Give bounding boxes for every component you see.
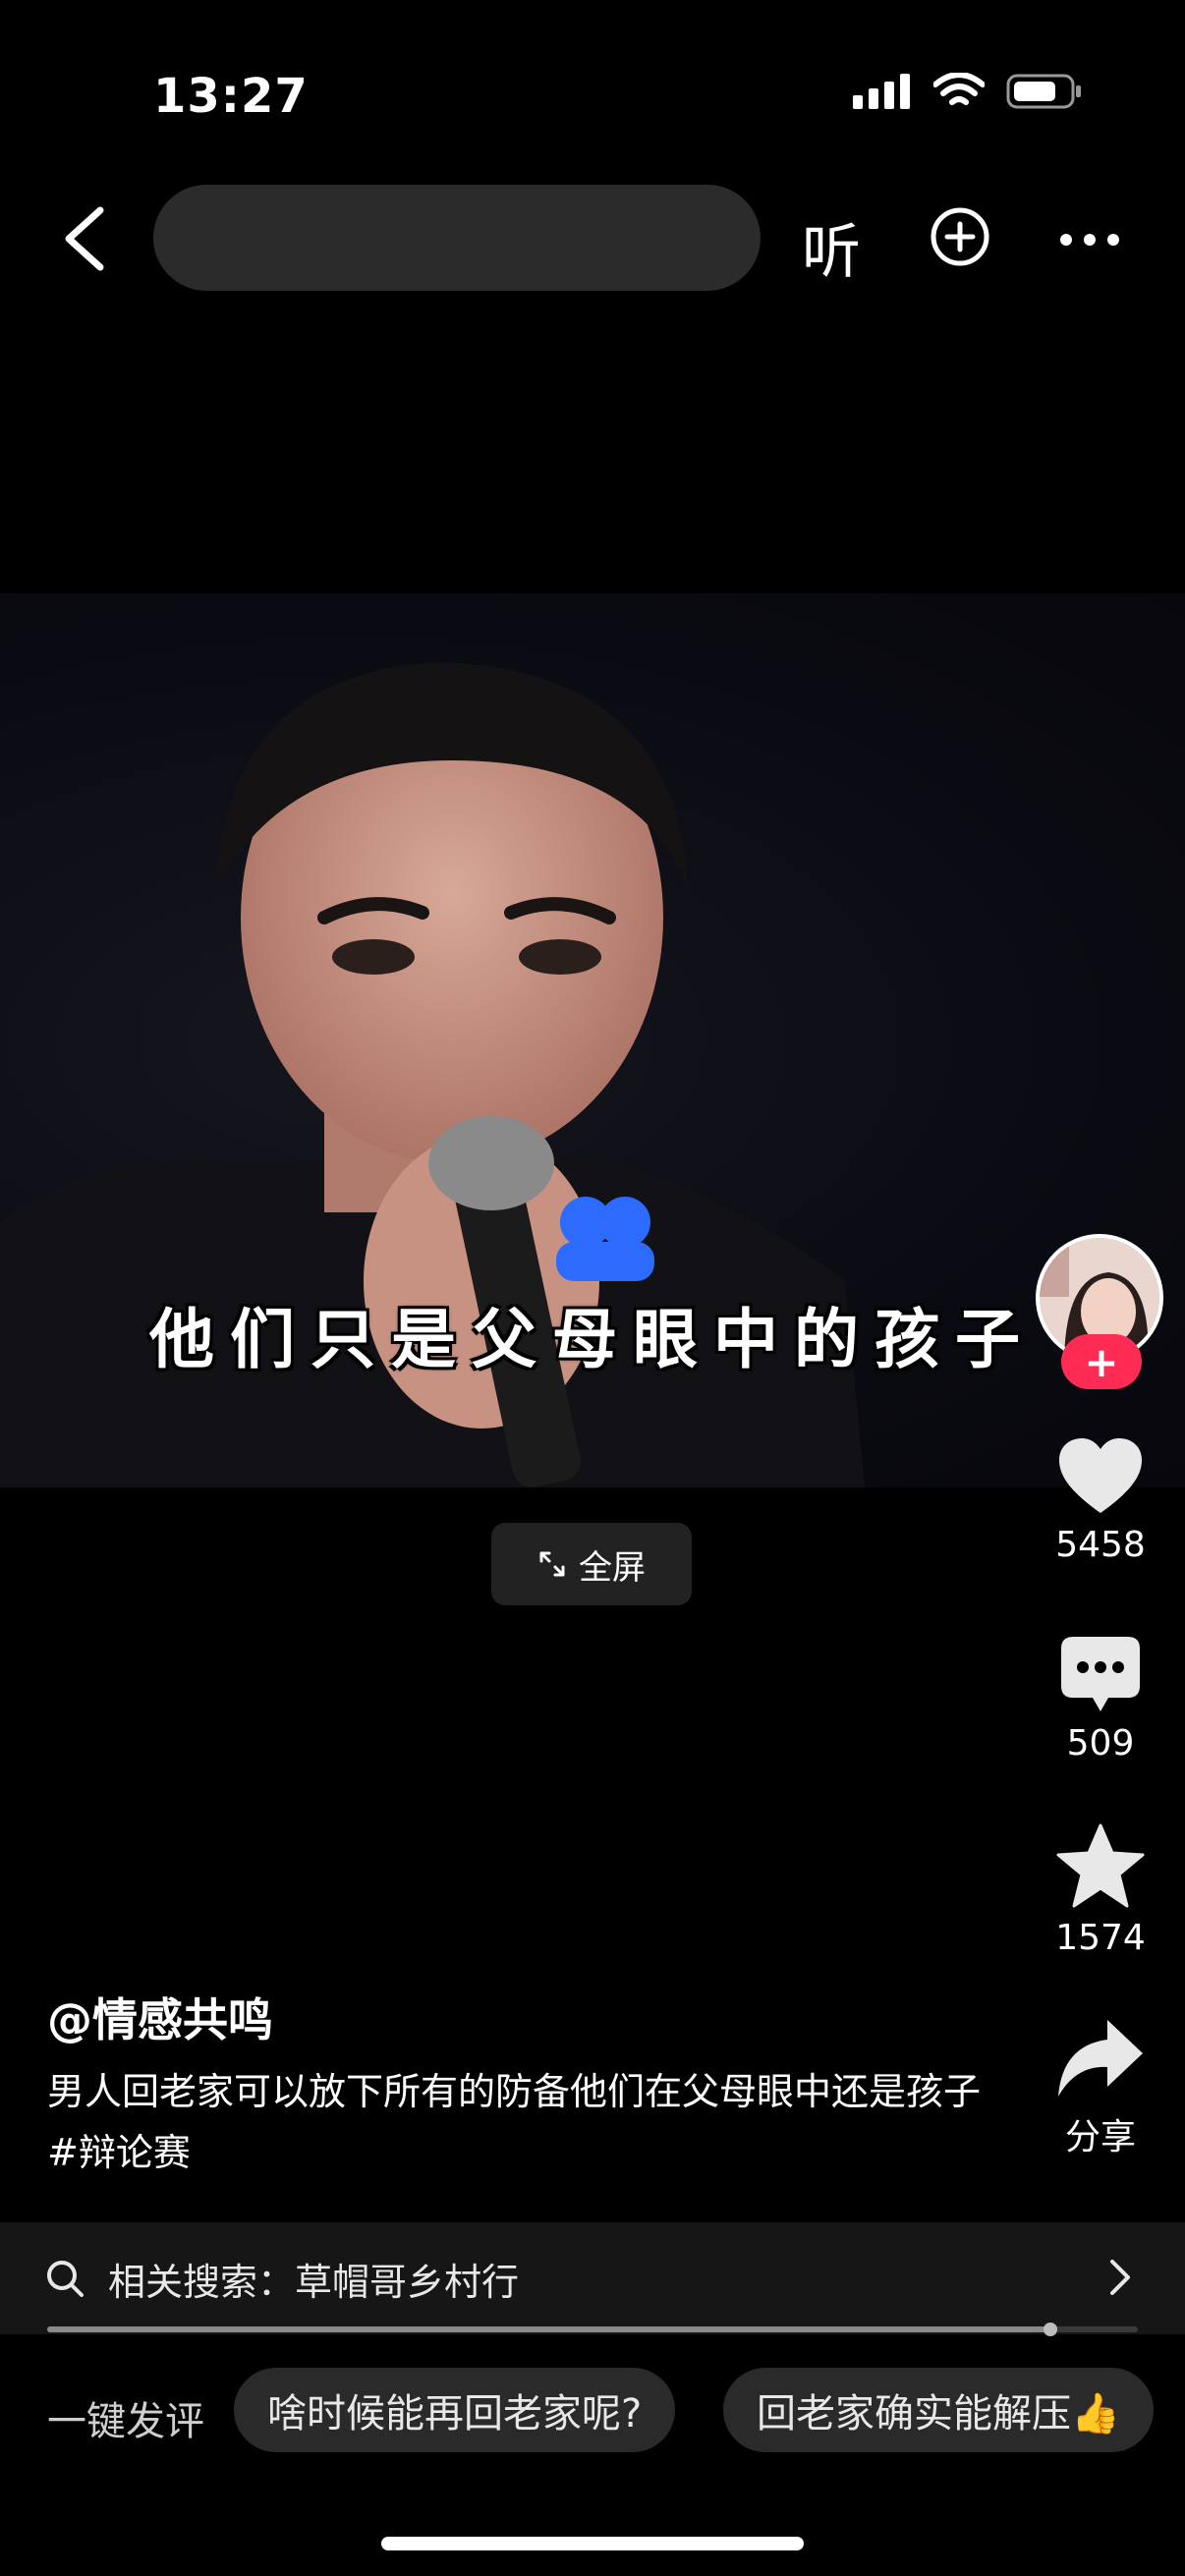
add-button[interactable]	[930, 206, 990, 267]
favorite-count: 1574	[1055, 1918, 1146, 1958]
playback-progress-fill	[47, 2326, 1051, 2332]
share-arrow-icon	[1058, 2020, 1143, 2097]
home-indicator[interactable]	[381, 2537, 804, 2550]
battery-icon	[1006, 74, 1081, 109]
fullscreen-label: 全屏	[579, 1547, 646, 1588]
playback-progress-bar[interactable]	[47, 2323, 1138, 2336]
plus-circle-icon	[931, 207, 989, 266]
quick-comment-chip-2[interactable]: 回老家确实能解压👍	[723, 2368, 1154, 2452]
follow-button[interactable]: +	[1061, 1334, 1142, 1389]
back-button[interactable]	[57, 204, 110, 273]
chevron-left-icon	[65, 206, 104, 271]
wifi-icon	[933, 73, 985, 105]
video-subtitle: 他们只是父母眼中的孩子	[149, 1302, 1036, 1377]
author-name[interactable]: @情感共鸣	[47, 1985, 273, 2049]
more-button[interactable]	[1059, 232, 1120, 246]
star-icon	[1056, 1823, 1145, 1908]
fullscreen-button[interactable]: 全屏	[491, 1523, 692, 1605]
status-time: 13:27	[153, 69, 309, 124]
share-label: 分享	[1064, 2117, 1136, 2157]
favorite-button[interactable]: 1574	[1022, 1823, 1179, 1958]
comment-icon	[1061, 1637, 1140, 1711]
chevron-right-icon	[1110, 2260, 1130, 2295]
like-count: 5458	[1055, 1525, 1146, 1565]
listen-button[interactable]: 听	[802, 204, 861, 290]
quick-comment-label: 一键发评	[47, 2399, 204, 2444]
signal-icon	[853, 74, 910, 109]
related-search-bar[interactable]: 相关搜索：草帽哥乡村行	[0, 2222, 1185, 2334]
expand-icon	[539, 1551, 565, 1577]
quick-comment-chip-1[interactable]: 啥时候能再回老家呢?	[234, 2368, 676, 2452]
comment-button[interactable]: 509	[1022, 1635, 1179, 1764]
status-icons	[853, 73, 1083, 110]
share-button[interactable]: 分享	[1022, 2018, 1179, 2159]
video-description: 男人回老家可以放下所有的防备他们在父母眼中还是孩子#辩论赛	[47, 2070, 982, 2174]
search-bar[interactable]	[153, 185, 761, 291]
comment-count: 509	[1066, 1723, 1135, 1764]
related-search-text: 相关搜索：草帽哥乡村行	[108, 2260, 520, 2304]
more-dots-icon	[1060, 234, 1119, 246]
like-button[interactable]: 5458	[1022, 1436, 1179, 1565]
heart-icon	[1059, 1438, 1142, 1513]
search-icon	[47, 2261, 84, 2297]
